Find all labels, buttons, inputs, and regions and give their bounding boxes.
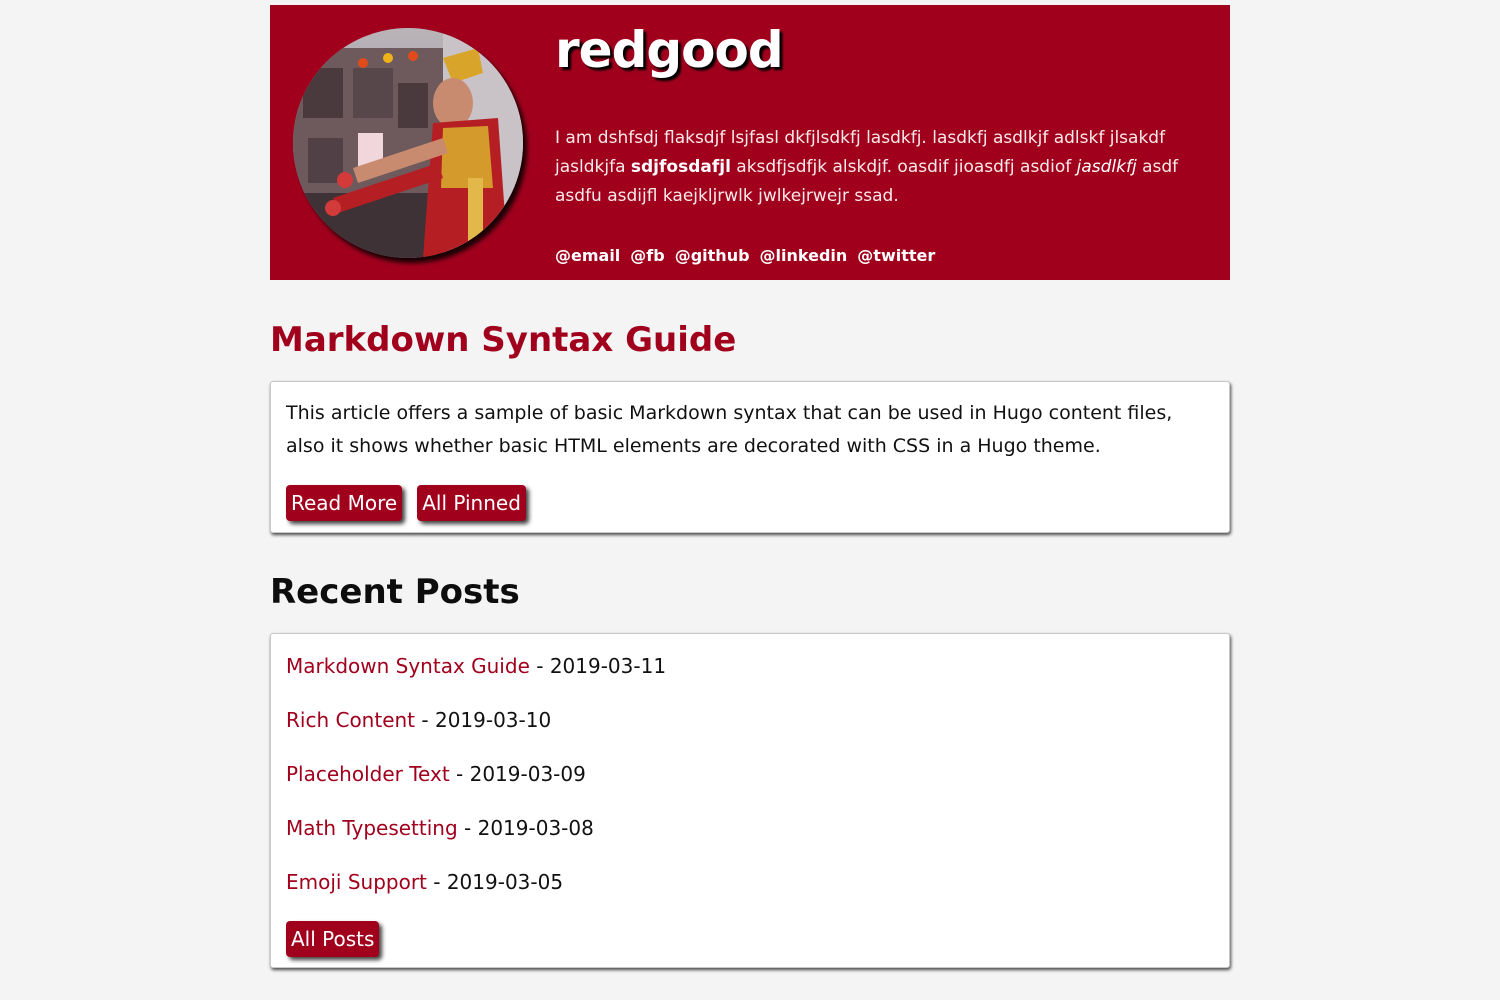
pinned-actions: Read More All Pinned (286, 485, 1214, 521)
bio: I am dshfsdj flaksdjf lsjfasl dkfjlsdkfj… (555, 124, 1205, 211)
date-separator: - (457, 816, 478, 840)
social-link-twitter[interactable]: @twitter (857, 246, 935, 265)
post-date: 2019-03-09 (469, 762, 586, 786)
avatar-photo (293, 28, 523, 258)
list-item: Placeholder Text - 2019-03-09 (286, 757, 1214, 811)
recent-actions: All Posts (286, 921, 1214, 957)
list-item: Emoji Support - 2019-03-05 (286, 865, 1214, 919)
pinned-post-title[interactable]: Markdown Syntax Guide (270, 318, 736, 362)
post-date: 2019-03-10 (434, 708, 552, 732)
list-item: Math Typesetting - 2019-03-08 (286, 811, 1214, 865)
social-link-github[interactable]: @github (675, 246, 750, 265)
recent-posts-heading: Recent Posts (270, 572, 520, 612)
header-text: redgood I am dshfsdj flaksdjf lsjfasl dk… (555, 5, 1205, 265)
page: redgood I am dshfsdj flaksdjf lsjfasl dk… (270, 0, 1230, 968)
date-separator: - (415, 708, 435, 732)
recent-posts-card: Markdown Syntax Guide - 2019-03-11 Rich … (270, 633, 1230, 968)
post-date: 2019-03-08 (477, 816, 594, 840)
date-separator: - (449, 762, 470, 786)
avatar[interactable] (293, 28, 523, 258)
pinned-post-card: This article offers a sample of basic Ma… (270, 381, 1230, 533)
bio-bold-text: sdjfosdafjl (630, 157, 731, 177)
social-link-linkedin[interactable]: @linkedin (760, 246, 848, 265)
read-more-button[interactable]: Read More (286, 485, 403, 521)
social-links: @email @fb @github @linkedin @twitter (555, 246, 935, 265)
bio-text-2: aksdfjsdfjk alskdjf. oasdif jioasdfj asd… (730, 157, 1077, 177)
date-separator: - (529, 654, 550, 678)
post-link[interactable]: Math Typesetting (286, 816, 458, 840)
all-posts-button[interactable]: All Posts (286, 921, 380, 957)
list-item: Markdown Syntax Guide - 2019-03-11 (286, 649, 1214, 703)
all-pinned-button[interactable]: All Pinned (417, 485, 526, 521)
social-link-email[interactable]: @email (555, 246, 620, 265)
post-date: 2019-03-05 (446, 870, 564, 894)
post-link[interactable]: Emoji Support (286, 870, 427, 894)
recent-posts-list: Markdown Syntax Guide - 2019-03-11 Rich … (286, 649, 1214, 919)
bio-italic-text: jasdlkfj (1076, 157, 1137, 177)
site-title[interactable]: redgood (555, 20, 1205, 80)
date-separator: - (426, 870, 447, 894)
post-link[interactable]: Markdown Syntax Guide (286, 654, 530, 678)
post-link[interactable]: Rich Content (286, 708, 415, 732)
list-item: Rich Content - 2019-03-10 (286, 703, 1214, 757)
post-date: 2019-03-11 (549, 654, 667, 678)
site-header: redgood I am dshfsdj flaksdjf lsjfasl dk… (270, 5, 1230, 280)
post-link[interactable]: Placeholder Text (286, 762, 450, 786)
pinned-post-summary: This article offers a sample of basic Ma… (286, 402, 1173, 457)
social-link-fb[interactable]: @fb (630, 246, 664, 265)
